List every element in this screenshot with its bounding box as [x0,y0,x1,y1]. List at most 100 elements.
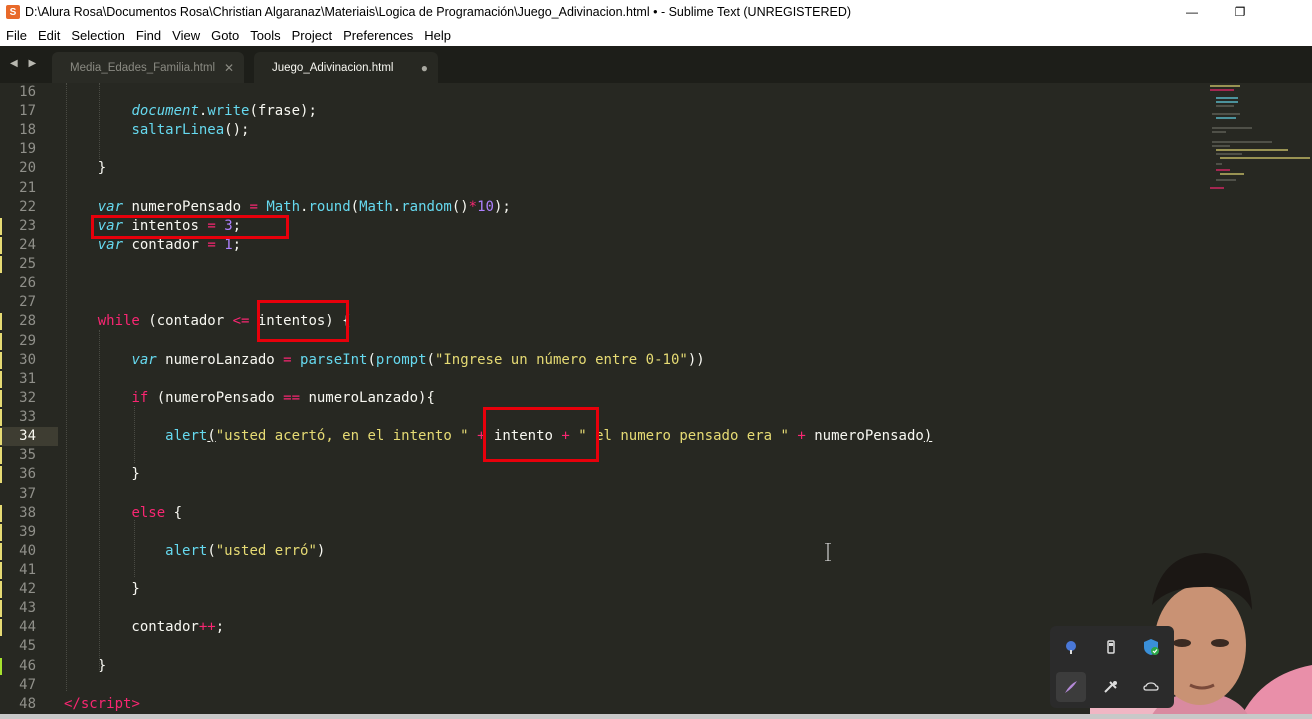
window-controls: — ❐ ✕ [1168,0,1312,24]
indent-guide [66,83,67,691]
line-number: 16 [19,84,36,100]
tab-media-edades-familia[interactable]: Media_Edades_Familia.html ✕ [52,52,244,83]
modified-line-marker [0,428,2,446]
close-tab-icon[interactable]: ✕ [224,61,234,75]
security-shield-icon[interactable] [1136,632,1166,662]
line-number: 21 [19,179,36,196]
indent-guide [134,406,135,463]
code-line[interactable]: document.write(frase); [64,102,316,121]
code-line[interactable]: if (numeroPensado == numeroLanzado){ [64,389,434,408]
tab-juego-adivinacion[interactable]: Juego_Adivinacion.html ● [254,52,438,83]
code-line[interactable]: contador++; [64,618,224,637]
modified-line-marker [0,657,2,675]
code-line[interactable]: } [64,159,106,178]
line-number: 42 [19,581,36,598]
cloud-sync-icon[interactable] [1136,672,1166,702]
sublime-text-icon: S [6,5,20,19]
minimap[interactable] [1208,83,1312,243]
menu-project[interactable]: Project [286,28,337,43]
modified-line-marker [0,332,2,350]
line-number: 41 [19,562,36,578]
title-bar: S D:\Alura Rosa\Documentos Rosa\Christia… [0,0,1312,24]
line-number: 30 [19,351,36,368]
tab-bar: ◀ ▶ Media_Edades_Familia.html ✕ Juego_Ad… [0,46,1312,83]
code-line[interactable]: } [64,580,139,599]
tab-nav-arrows-icon[interactable]: ◀ ▶ [10,58,40,69]
tab-label: Juego_Adivinacion.html [272,61,394,74]
unsaved-dot-icon[interactable]: ● [421,61,428,75]
tab-label: Media_Edades_Familia.html [70,61,216,74]
line-number: 29 [19,332,36,349]
menu-selection[interactable]: Selection [65,28,129,43]
restore-button[interactable]: ❐ [1216,0,1264,24]
code-line[interactable]: } [64,465,139,484]
highlight-box-intentos-declaration [91,215,289,239]
line-number: 38 [19,504,36,521]
modified-line-marker [0,562,2,579]
line-number: 19 [19,141,36,158]
indent-guide [99,330,100,672]
line-number: 33 [19,409,36,426]
modified-line-marker [0,542,2,560]
line-number: 40 [19,542,36,559]
line-number: 48 [19,695,36,712]
line-number: 32 [19,389,36,406]
menu-preferences[interactable]: Preferences [337,28,418,43]
line-number: 20 [19,160,36,177]
code-line[interactable]: saltarLinea(); [64,121,249,140]
modified-line-marker [0,504,2,522]
usb-drive-icon[interactable] [1096,632,1126,662]
close-button[interactable]: ✕ [1264,0,1312,24]
modified-line-marker [0,581,2,599]
line-number: 18 [19,122,36,139]
modified-line-marker [0,600,2,618]
line-number: 31 [19,370,36,387]
line-number: 37 [19,485,36,502]
code-line[interactable]: alert("usted erró") [64,542,325,561]
line-number: 43 [19,600,36,617]
pen-icon[interactable] [1056,672,1086,702]
highlight-box-intento-concat [483,407,599,462]
minimize-button[interactable]: — [1168,0,1216,24]
modified-line-marker [0,619,2,637]
menu-file[interactable]: File [0,28,32,43]
line-number: 39 [19,523,36,540]
menu-edit[interactable]: Edit [32,28,65,43]
indent-guide [134,520,135,577]
line-number: 44 [19,619,36,636]
line-number: 46 [19,657,36,674]
line-number: 28 [19,313,36,330]
modified-line-marker [0,389,2,407]
line-number: 34 [19,428,36,445]
modified-line-marker [0,370,2,388]
line-number: 23 [19,217,36,234]
modified-line-marker [0,409,2,427]
line-number: 45 [19,638,36,655]
modified-line-marker [0,447,2,465]
line-number: 27 [19,294,36,311]
menu-help[interactable]: Help [418,28,456,43]
menu-goto[interactable]: Goto [205,28,244,43]
line-number: 17 [19,103,36,120]
modified-line-marker [0,256,2,274]
line-number: 22 [19,198,36,215]
tools-icon[interactable] [1096,672,1126,702]
line-number: 36 [19,466,36,483]
code-line[interactable]: else { [64,504,182,523]
menu-tools[interactable]: Tools [244,28,285,43]
modified-line-marker [0,523,2,541]
horizontal-scrollbar[interactable] [0,714,1312,719]
system-tray-overflow [1050,626,1174,708]
highlight-box-while-intentos [257,300,349,342]
menu-find[interactable]: Find [130,28,166,43]
network-icon[interactable] [1056,632,1086,662]
code-line[interactable]: </script> [64,695,140,714]
code-line[interactable]: var numeroLanzado = parseInt(prompt("Ing… [64,351,704,370]
text-cursor-icon [825,543,831,561]
line-number: 24 [19,236,36,253]
modified-line-marker [0,313,2,331]
menu-view[interactable]: View [166,28,205,43]
code-line[interactable]: var numeroPensado = Math.round(Math.rand… [64,198,511,217]
modified-line-marker [0,217,2,235]
menu-bar: File Edit Selection Find View Goto Tools… [0,24,1312,46]
